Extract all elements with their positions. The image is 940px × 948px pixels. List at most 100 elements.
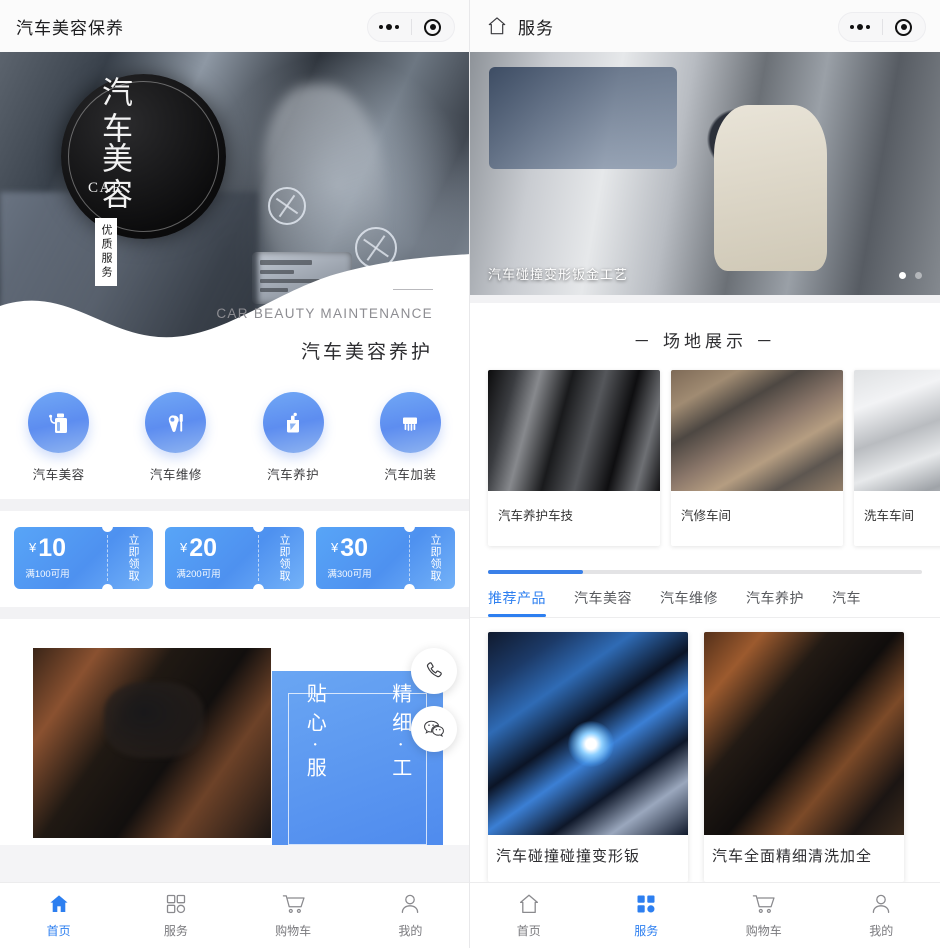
phone-fab-button[interactable] — [411, 648, 457, 694]
venue-name: 汽修车间 — [681, 509, 732, 523]
miniprogram-capsule[interactable] — [838, 12, 926, 42]
coupon-amount: ¥30 — [331, 536, 368, 561]
home-outline-icon[interactable] — [486, 15, 508, 37]
more-dots-icon — [850, 24, 871, 30]
home-screen: 汽车美容保养 汽车 美容 CAR 优质服务 CAR BEAUTY MAINTEN… — [0, 0, 470, 948]
coupon-dashed-line — [409, 535, 410, 581]
product-tab-repair[interactable]: 汽车维修 — [660, 588, 718, 617]
currency-symbol: ¥ — [330, 540, 339, 555]
coupon-notch — [404, 584, 415, 589]
carousel-dot[interactable] — [915, 272, 922, 279]
coupon-amount: ¥20 — [180, 536, 217, 561]
category-label: 汽车美容 — [32, 468, 85, 482]
category-label: 汽车加装 — [384, 468, 437, 482]
coupon-condition: 满300可用 — [327, 569, 372, 580]
category-label: 汽车养护 — [267, 468, 320, 482]
more-button[interactable] — [839, 24, 882, 30]
page-title: 服务 — [518, 18, 554, 38]
phone-icon — [426, 662, 442, 678]
venue-name: 汽车养护车技 — [498, 509, 574, 523]
tabbar-label: 我的 — [398, 924, 423, 938]
promo-banner[interactable]: 贴心·服 精细·工 — [0, 619, 469, 845]
coupon-dashed-line — [107, 535, 108, 581]
user-icon — [873, 894, 890, 914]
venue-card[interactable]: 洗车车间 — [854, 370, 940, 546]
product-card[interactable]: 汽车碰撞碰撞变形钣 — [488, 632, 688, 882]
car-grille-icon — [379, 392, 441, 453]
product-list: 汽车碰撞碰撞变形钣 汽车全面精细清洗加全 — [470, 618, 940, 882]
promo-photo — [33, 648, 271, 838]
coupon-card[interactable]: ¥30 满300可用 立即领取 — [316, 527, 455, 589]
currency-symbol: ¥ — [179, 540, 188, 555]
coupon-claim-button[interactable]: 立即领取 — [113, 527, 153, 589]
target-icon — [895, 18, 913, 36]
close-button[interactable] — [412, 18, 455, 36]
coupon-claim-button[interactable]: 立即领取 — [264, 527, 304, 589]
category-item-beauty[interactable]: 汽车美容 — [0, 392, 117, 483]
product-card[interactable]: 汽车全面精细清洗加全 — [704, 632, 904, 882]
hero-divider — [393, 289, 433, 290]
product-tab-maintain[interactable]: 汽车养护 — [746, 588, 804, 617]
tabbar-label: 购物车 — [275, 924, 312, 938]
cart-icon — [753, 895, 775, 913]
service-banner-carousel[interactable]: 汽车碰撞变形钣金工艺 — [470, 52, 940, 295]
venue-card[interactable]: 汽车养护车技 — [488, 370, 660, 546]
tabbar-item-home[interactable]: 首页 — [470, 883, 588, 948]
section-title-venues: － 场地展示 － — [470, 303, 940, 370]
product-tab-recommended[interactable]: 推荐产品 — [488, 588, 546, 617]
coupon-card[interactable]: ¥20 满200可用 立即领取 — [165, 527, 304, 589]
badge-text-en: CAR — [88, 180, 124, 196]
coupon-main: ¥10 满100可用 — [14, 527, 113, 589]
tabbar-item-service[interactable]: 服务 — [117, 883, 234, 948]
venue-list: 汽车养护车技 汽修车间 洗车车间 — [470, 370, 940, 562]
venue-image — [671, 370, 843, 491]
scrollbar-track[interactable] — [488, 570, 922, 574]
coupon-notch — [102, 584, 113, 589]
category-item-accessory[interactable]: 汽车加装 — [352, 392, 469, 483]
tabbar-item-home[interactable]: 首页 — [0, 883, 117, 948]
wechat-fab-button[interactable] — [411, 706, 457, 752]
badge-text-col1: 汽车 — [97, 76, 132, 148]
carousel-dots[interactable] — [899, 272, 922, 279]
category-item-repair[interactable]: 汽车维修 — [117, 392, 234, 483]
close-button[interactable] — [883, 18, 926, 36]
more-button[interactable] — [368, 24, 411, 30]
section-divider — [470, 295, 940, 303]
product-tab-more[interactable]: 汽车 — [832, 588, 861, 617]
page-title: 汽车美容保养 — [16, 18, 124, 38]
brand-badge — [61, 74, 226, 239]
product-tab-beauty[interactable]: 汽车美容 — [574, 588, 632, 617]
scrollbar-thumb[interactable] — [488, 570, 584, 574]
coupon-notch — [253, 584, 264, 589]
product-image — [488, 632, 688, 835]
tabbar-item-service[interactable]: 服务 — [588, 883, 706, 948]
tabbar-label: 首页 — [46, 924, 71, 938]
coupon-condition: 满100可用 — [25, 569, 70, 580]
cart-icon — [282, 895, 305, 913]
coupon-main: ¥30 满300可用 — [316, 527, 415, 589]
venue-image — [854, 370, 940, 491]
badge-ring — [68, 81, 219, 232]
venue-scrollbar[interactable] — [470, 562, 940, 578]
carousel-dot-active[interactable] — [899, 272, 906, 279]
tabbar-item-cart[interactable]: 购物车 — [705, 883, 823, 948]
category-label: 汽车维修 — [149, 468, 202, 482]
tabbar-item-mine[interactable]: 我的 — [352, 883, 469, 948]
category-grid: 汽车美容 汽车维修 汽车养护 汽车加装 — [0, 370, 469, 499]
tabbar-item-mine[interactable]: 我的 — [823, 883, 940, 948]
coupon-card[interactable]: ¥10 满100可用 立即领取 — [14, 527, 153, 589]
hero-caption: CAR BEAUTY MAINTENANCE 汽车美容养护 — [216, 289, 433, 364]
hero-banner[interactable]: 汽车 美容 CAR 优质服务 CAR BEAUTY MAINTENANCE 汽车… — [0, 52, 469, 370]
venue-card[interactable]: 汽修车间 — [671, 370, 843, 546]
coupon-list: ¥10 满100可用 立即领取 ¥20 满200可用 立即领取 ¥30 满300… — [0, 511, 469, 607]
category-item-maintain[interactable]: 汽车养护 — [235, 392, 352, 483]
amount-value: 30 — [340, 534, 369, 562]
wrench-screwdriver-icon — [145, 392, 207, 453]
section-divider — [0, 499, 469, 511]
miniprogram-capsule[interactable] — [367, 12, 455, 42]
left-tabbar: 首页 服务 购物车 我的 — [0, 882, 469, 948]
hero-subtitle-cn: 汽车美容养护 — [300, 342, 433, 363]
coupon-claim-button[interactable]: 立即领取 — [415, 527, 455, 589]
tabbar-item-cart[interactable]: 购物车 — [235, 883, 352, 948]
tabbar-label: 购物车 — [745, 924, 782, 938]
